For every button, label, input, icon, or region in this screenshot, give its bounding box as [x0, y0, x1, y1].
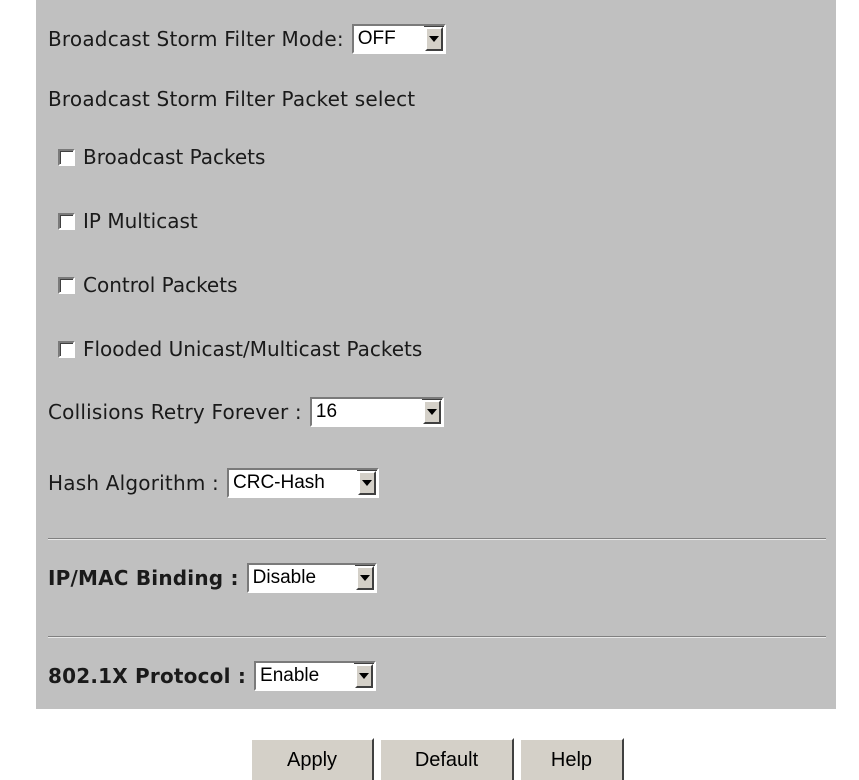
checkbox-row-control-packets[interactable]: Control Packets: [58, 273, 238, 297]
chevron-down-icon[interactable]: [424, 27, 443, 51]
checkbox-row-flooded[interactable]: Flooded Unicast/Multicast Packets: [58, 337, 422, 361]
collisions-row: Collisions Retry Forever : 16: [48, 397, 444, 427]
ipmac-row: IP/MAC Binding : Disable: [48, 563, 377, 593]
control-packets-label: Control Packets: [83, 273, 238, 297]
chevron-down-icon[interactable]: [355, 566, 374, 590]
hash-value: CRC-Hash: [229, 470, 357, 496]
flooded-packets-label: Flooded Unicast/Multicast Packets: [83, 337, 423, 361]
storm-filter-mode-value: OFF: [353, 26, 424, 52]
dot1x-value: Enable: [256, 663, 355, 689]
storm-filter-mode-select[interactable]: OFF: [351, 24, 446, 54]
collisions-value: 16: [311, 399, 422, 425]
collisions-label: Collisions Retry Forever :: [48, 400, 302, 424]
broadcast-packets-checkbox[interactable]: [58, 148, 75, 166]
checkbox-row-ip-multicast[interactable]: IP Multicast: [58, 209, 198, 233]
hash-row: Hash Algorithm : CRC-Hash: [48, 468, 379, 498]
packet-select-label: Broadcast Storm Filter Packet select: [48, 87, 416, 111]
ipmac-value: Disable: [248, 565, 355, 591]
section-divider: [48, 538, 826, 540]
chevron-down-icon[interactable]: [422, 400, 441, 424]
ip-multicast-checkbox[interactable]: [58, 212, 75, 230]
hash-select[interactable]: CRC-Hash: [227, 468, 379, 498]
checkbox-row-broadcast[interactable]: Broadcast Packets: [58, 145, 265, 169]
ipmac-label: IP/MAC Binding :: [48, 566, 239, 590]
storm-filter-mode-row: Broadcast Storm Filter Mode: OFF: [48, 24, 446, 54]
hash-label: Hash Algorithm :: [48, 471, 219, 495]
flooded-packets-checkbox[interactable]: [58, 340, 75, 358]
apply-button[interactable]: Apply: [250, 738, 374, 780]
dot1x-label: 802.1X Protocol :: [48, 664, 247, 688]
default-button[interactable]: Default: [379, 738, 514, 780]
broadcast-packets-label: Broadcast Packets: [83, 145, 266, 169]
dot1x-row: 802.1X Protocol : Enable: [48, 661, 377, 691]
section-divider: [48, 636, 826, 638]
collisions-select[interactable]: 16: [309, 397, 444, 427]
storm-filter-mode-label: Broadcast Storm Filter Mode:: [48, 27, 344, 51]
chevron-down-icon[interactable]: [355, 664, 374, 688]
ip-multicast-label: IP Multicast: [83, 209, 198, 233]
dot1x-select[interactable]: Enable: [254, 661, 377, 691]
ipmac-select[interactable]: Disable: [246, 563, 377, 593]
chevron-down-icon[interactable]: [358, 471, 376, 495]
control-packets-checkbox[interactable]: [58, 276, 75, 294]
help-button[interactable]: Help: [519, 738, 624, 780]
packet-select-row: Broadcast Storm Filter Packet select: [48, 87, 415, 111]
